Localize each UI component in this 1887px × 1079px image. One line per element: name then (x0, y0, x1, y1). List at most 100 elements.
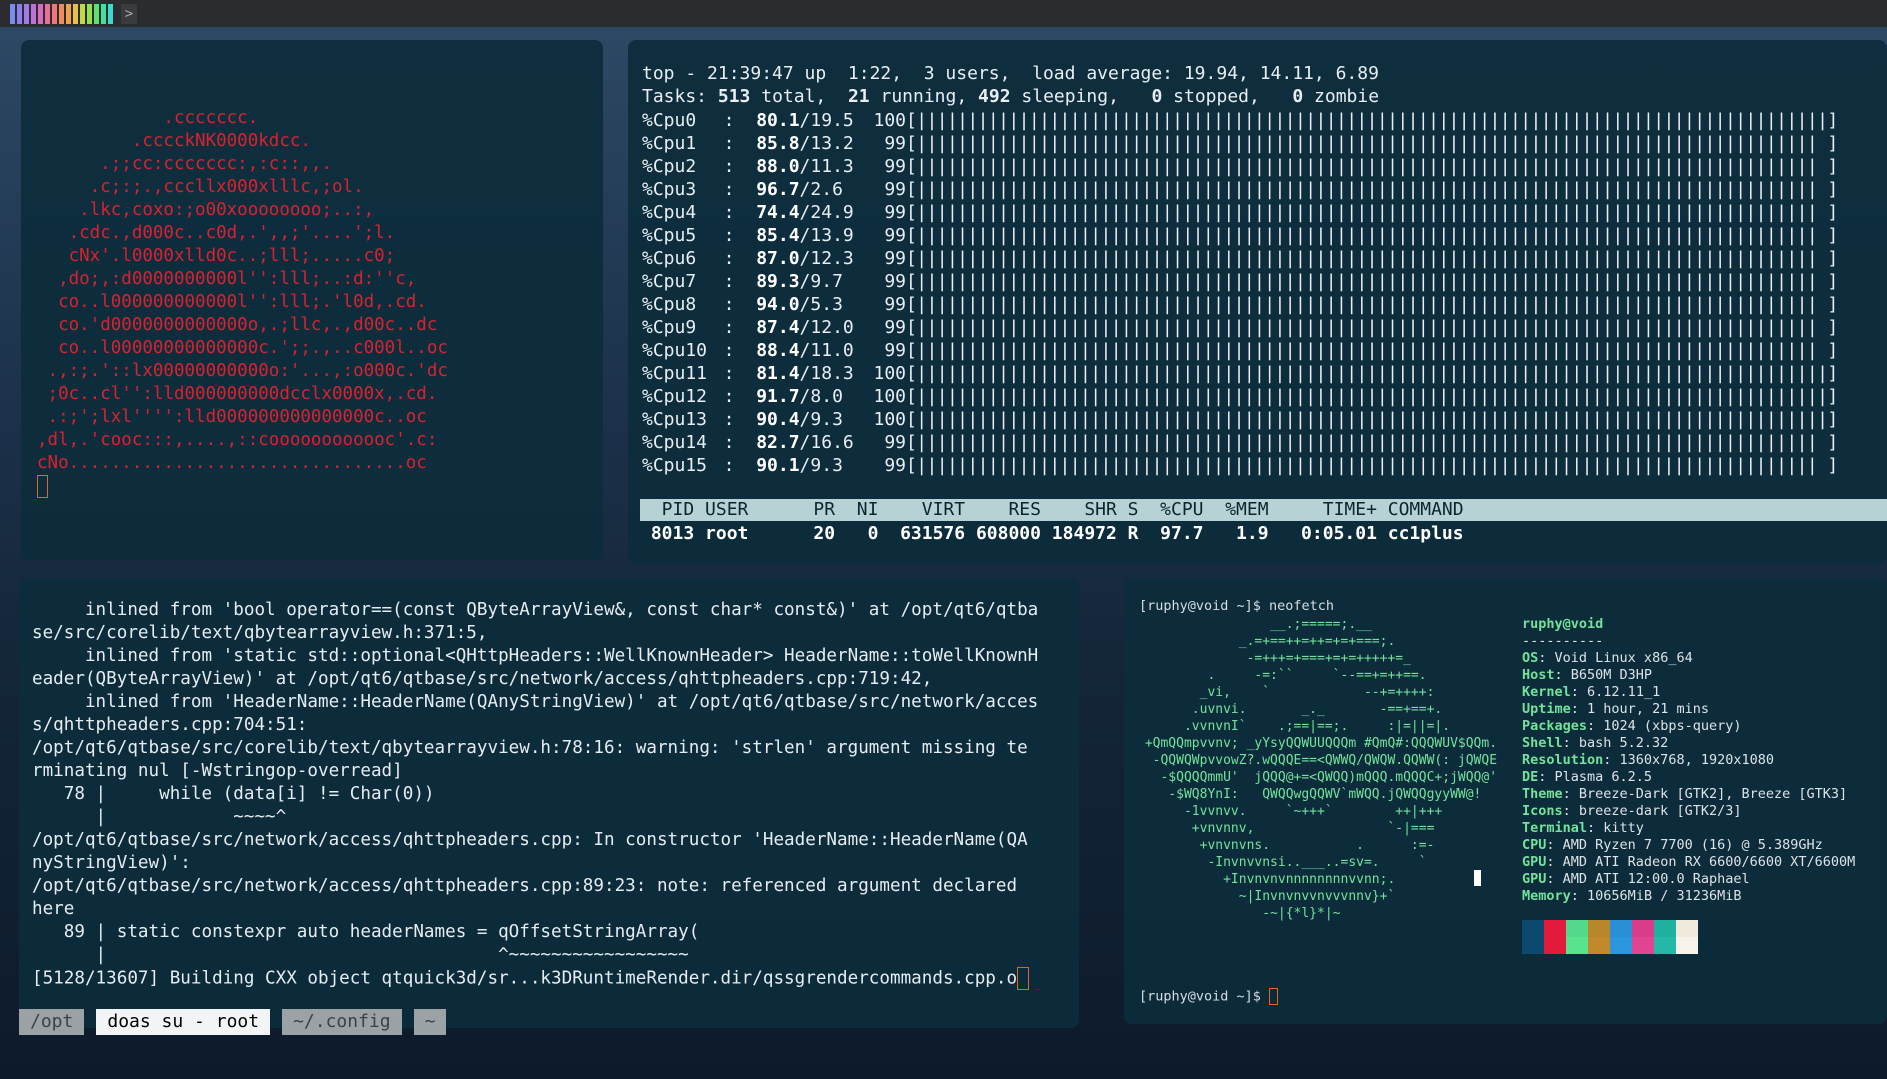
workspace-10[interactable] (73, 3, 78, 24)
cpu-row: %Cpu7 : 89.3/9.7 99 [|||||||||||||||||||||… (642, 270, 1838, 293)
logo-line: ,dl,.'cooc:::,....,::coooooooooooc'.c: (37, 430, 438, 450)
output-text: | ~~~~^ (32, 807, 287, 827)
output-text: rminating nul [-Wstringop-overread] (32, 761, 403, 781)
workspace-15[interactable] (108, 3, 113, 24)
top-terminal[interactable]: top - 21:39:47 up 1:22, 3 users, load av… (628, 40, 1887, 564)
cpu-usage: : 85.4/13.9 (702, 225, 854, 246)
cpu-bar: [|||||||||||||||||||||||||||||||||||||||… (906, 271, 1838, 292)
output-line: [5128/13607] Building CXX object qtquick… (32, 967, 1038, 991)
shell-prompt[interactable]: [ruphy@void ~]$ (1139, 988, 1279, 1005)
workspace-3[interactable] (24, 3, 29, 24)
output-line: /opt/qt6/qtbase/src/network/access/qhttp… (32, 829, 1038, 852)
workspace-2[interactable] (17, 3, 22, 24)
cpu-usage: : 80.1/19.5 (702, 110, 854, 131)
cpu-row: %Cpu15 : 90.1/9.3 99 [||||||||||||||||||||… (642, 454, 1838, 477)
output-line: eader(QByteArrayView)' at /opt/qt6/qtbas… (32, 668, 1038, 691)
workspace-14[interactable] (101, 3, 106, 24)
cursor-icon (1017, 967, 1030, 990)
cpu-bar: [|||||||||||||||||||||||||||||||||||||||… (906, 294, 1838, 315)
cpu-usage: : 87.4/12.0 (702, 317, 854, 338)
output-line: /opt/qt6/qtbase/src/corelib/text/qbytear… (32, 737, 1038, 760)
output-text: /opt/qt6/qtbase/src/network/access/qhttp… (32, 830, 1028, 850)
cpu-usage: : 96.7/2.6 (702, 179, 843, 200)
neofetch-terminal[interactable]: [ruphy@void ~]$ neofetch __.;=====;.__ _… (1124, 578, 1887, 1024)
cpu-max: 99 (884, 271, 906, 292)
info-value: B650M D3HP (1570, 667, 1653, 683)
terminal-tab[interactable]: ~/.config (282, 1009, 402, 1035)
info-key: DE (1522, 769, 1539, 785)
cpu-sys: 13.2 (810, 133, 854, 154)
info-key: OS (1522, 650, 1539, 666)
cpu-row: %Cpu1 : 85.8/13.2 99 [||||||||||||||||||||… (642, 132, 1838, 155)
output-line: 78 | while (data[i] != Char(0)) (32, 783, 1038, 806)
cpu-name: %Cpu1 (642, 133, 697, 154)
cpu-sys: 13.9 (810, 225, 854, 246)
workspace-4[interactable] (31, 3, 36, 24)
ascii-logo-terminal[interactable]: .ccccccc. .cccckNK0000kdcc. .;;cc:cccccc… (21, 40, 603, 560)
build-output: inlined from 'bool operator==(const QByt… (32, 599, 1038, 991)
info-value: Void Linux x86_64 (1554, 650, 1693, 666)
info-key: Icons (1522, 803, 1563, 819)
workspace-indicator[interactable] (10, 3, 115, 24)
workspace-12[interactable] (87, 3, 92, 24)
output-line: here (32, 898, 1038, 921)
cpu-row: %Cpu13 : 90.4/9.3 100 [|||||||||||||||||||… (642, 408, 1838, 431)
workspace-5[interactable] (38, 3, 43, 24)
workspace-8[interactable] (59, 3, 64, 24)
cpu-bar: [|||||||||||||||||||||||||||||||||||||||… (906, 156, 1838, 177)
info-value: Plasma 6.2.5 (1554, 769, 1653, 785)
cpu-sys: 9.7 (810, 271, 843, 292)
cpu-row: %Cpu10 : 88.4/11.0 99 [|||||||||||||||||||… (642, 339, 1838, 362)
palette-swatch (1566, 920, 1588, 954)
info-row: DE: Plasma 6.2.5 (1522, 769, 1653, 785)
cpu-user: 81.4 (756, 363, 800, 384)
workspace-9[interactable] (66, 3, 71, 24)
logo-line: .cdc.,d000c..c0d,.',,;'....';l. (37, 223, 396, 243)
workspace-13[interactable] (94, 3, 99, 24)
output-text: [5128/13607] Building CXX object qtquick… (32, 968, 1018, 989)
output-line: rminating nul [-Wstringop-overread] (32, 760, 1038, 783)
logo-line: +QmQQmpvvnv; _yYsyQQWUUQQQm #QmQ#:QQQWUV… (1137, 736, 1498, 751)
terminal-tab[interactable]: /opt (19, 1009, 85, 1035)
cpu-name: %Cpu14 (642, 432, 708, 453)
workspace-11[interactable] (80, 3, 85, 24)
logo-line: +vnvnvns. . :=- (1137, 838, 1435, 853)
workspace-1[interactable] (10, 3, 15, 24)
workspace-7[interactable] (52, 3, 57, 24)
info-value: Breeze-Dark [GTK2], Breeze [GTK3] (1578, 786, 1848, 802)
terminal-tab[interactable]: ~ (413, 1009, 447, 1035)
cpu-user: 82.7 (756, 432, 800, 453)
terminal-tab[interactable]: doas su - root (96, 1009, 271, 1035)
info-value: 10656MiB / 31236MiB (1587, 888, 1742, 904)
cpu-list: %Cpu0 : 80.1/19.5 100 [|||||||||||||||||||… (642, 109, 1838, 477)
info-key: Shell (1522, 735, 1563, 751)
info-row: Shell: bash 5.2.32 (1522, 735, 1669, 751)
info-row: Kernel: 6.12.11_1 (1522, 684, 1661, 700)
process-row[interactable]: 8013 root 20 0 631576 608000 184972 R 97… (640, 522, 1464, 545)
output-text: here (32, 899, 75, 919)
palette-swatch (1610, 920, 1632, 954)
cpu-max: 99 (884, 432, 906, 453)
workspace-6[interactable] (45, 3, 50, 24)
info-key: Host (1522, 667, 1555, 683)
build-terminal[interactable]: inlined from 'bool operator==(const QByt… (19, 578, 1079, 1028)
logo-line: .,:;.'::lx00000000000o:'...,:o000c.'dc (37, 361, 448, 381)
cpu-user: 89.3 (756, 271, 800, 292)
cpu-sys: 19.5 (810, 110, 854, 131)
cpu-max: 99 (884, 317, 906, 338)
cpu-bar: [|||||||||||||||||||||||||||||||||||||||… (906, 133, 1838, 154)
info-key: GPU (1522, 854, 1547, 870)
info-key: Theme (1522, 786, 1563, 802)
cpu-sys: 16.6 (810, 432, 854, 453)
cpu-bar: [|||||||||||||||||||||||||||||||||||||||… (906, 317, 1838, 338)
terminal-icon[interactable]: > (121, 3, 137, 24)
cpu-user: 74.4 (756, 202, 800, 223)
cpu-sys: 9.3 (810, 455, 843, 476)
info-key: CPU (1522, 837, 1547, 853)
cpu-name: %Cpu0 (642, 110, 697, 131)
logo-line: cNo................................oc (37, 453, 427, 473)
text-cursor (1474, 870, 1481, 886)
output-text: 78 | while (data[i] != Char(0)) (32, 784, 435, 804)
output-line: nyStringView)': (32, 852, 1038, 875)
cpu-name: %Cpu5 (642, 225, 697, 246)
